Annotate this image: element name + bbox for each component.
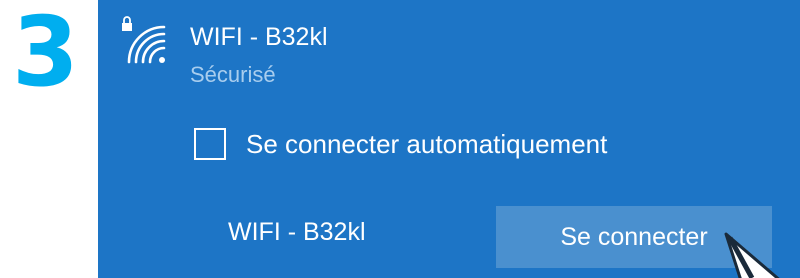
step-number: 3 (12, 0, 79, 108)
connect-button-label: Se connecter (560, 222, 708, 251)
connect-network-label: WIFI - B32kl (228, 218, 366, 246)
auto-connect-checkbox[interactable] (194, 128, 226, 160)
screen: 3 WIFI - B32kl Sécurisé Se connecter aut… (0, 0, 800, 278)
mouse-pointer-icon (724, 232, 780, 278)
auto-connect-label[interactable]: Se connecter automatiquement (246, 129, 607, 160)
network-name: WIFI - B32kl (190, 23, 328, 51)
auto-connect-option[interactable]: Se connecter automatiquement (194, 128, 607, 160)
secured-wifi-icon (122, 16, 166, 64)
network-security-status: Sécurisé (190, 62, 276, 87)
wifi-network-panel[interactable]: WIFI - B32kl Sécurisé Se connecter autom… (98, 0, 800, 278)
